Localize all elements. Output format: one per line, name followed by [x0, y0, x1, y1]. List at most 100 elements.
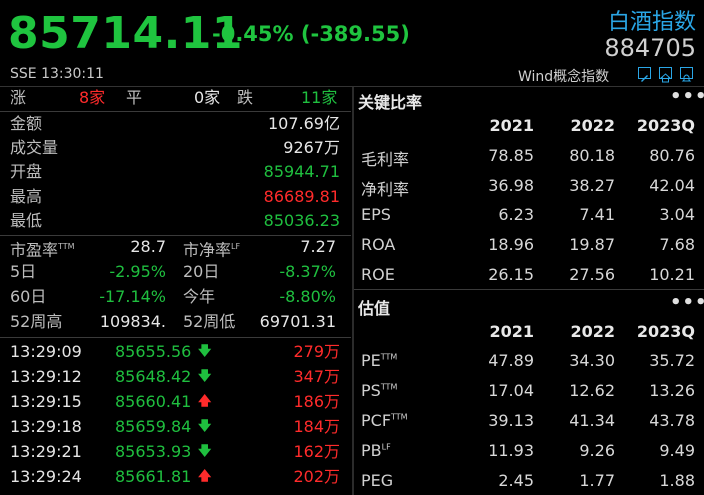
stat-value: 107.69亿 [268, 114, 340, 133]
year-header: 2022 [570, 322, 615, 341]
tick-volume: 347万 [293, 367, 340, 386]
return-label: 60日 [10, 287, 47, 306]
ratio-value: 19.87 [569, 235, 615, 254]
down-label: 跌 [237, 88, 254, 107]
up-arrow-icon: 🡅 [198, 469, 212, 484]
valuation-value: 12.62 [569, 381, 615, 400]
stat-amount: 金额 107.69亿 [0, 113, 350, 135]
ratio-value: 7.68 [659, 235, 695, 254]
tick-time: 13:29:21 [10, 442, 82, 461]
return-value: -2.95% [109, 262, 166, 281]
return-label: 5日 [10, 262, 37, 281]
home-icon[interactable] [659, 67, 672, 83]
stat-value: 85944.71 [263, 162, 340, 181]
key-ratios-more-icon[interactable]: ••• [670, 86, 704, 107]
index-price: 85714.11 [8, 8, 244, 59]
tick-time: 13:29:09 [10, 342, 82, 361]
valuation-value: 47.89 [488, 351, 534, 370]
down-arrow-icon: 🡇 [198, 444, 212, 459]
valuation-value: 9.26 [579, 441, 615, 460]
tick-price: 85661.81 [115, 467, 192, 486]
tick-price: 85653.93 [115, 442, 192, 461]
pb-value: 7.27 [300, 237, 336, 256]
ratio-label: 毛利率 [361, 150, 410, 169]
down-arrow-icon: 🡇 [198, 344, 212, 359]
tick-time: 13:29:24 [10, 467, 82, 486]
down-count: 11家 [301, 88, 338, 107]
return-value: -8.80% [279, 287, 336, 306]
index-name[interactable]: 白酒指数 [608, 4, 696, 36]
up-label: 涨 [10, 88, 27, 107]
valuation-label: PBLF [361, 441, 391, 460]
valuation-value: 13.26 [649, 381, 695, 400]
tick-time: 13:29:12 [10, 367, 82, 386]
down-arrow-icon: 🡇 [198, 369, 212, 384]
tick-price: 85655.56 [115, 342, 192, 361]
stat-label: 金额 [10, 114, 43, 133]
ratio-value: 38.27 [569, 176, 615, 195]
valuation-label: PCFTTM [361, 411, 408, 430]
valuation-value: 9.49 [659, 441, 695, 460]
up-arrow-icon: 🡅 [198, 394, 212, 409]
tick-volume: 202万 [293, 467, 340, 486]
year-header: 2021 [489, 322, 534, 341]
ratio-value: 3.04 [659, 205, 695, 224]
breadth-row: 涨 8家 平 0家 跌 11家 [0, 87, 350, 109]
year-header: 2023Q [636, 116, 695, 135]
valuation-value: 1.88 [659, 471, 695, 490]
stat-value: 85036.23 [263, 211, 340, 230]
return-value: 69701.31 [259, 312, 336, 331]
stat-label: 最高 [10, 187, 43, 206]
return-label: 52周高 [10, 312, 63, 331]
valuation-value: 2.45 [498, 471, 534, 490]
valuation-value: 41.34 [569, 411, 615, 430]
tick-row: 13:29:12 85648.42 🡇 347万 [0, 366, 350, 388]
tick-price: 85648.42 [115, 367, 192, 386]
year-header: 2023Q [636, 322, 695, 341]
ratio-value: 7.41 [579, 205, 615, 224]
stat-open: 开盘 85944.71 [0, 161, 350, 183]
year-header: 2021 [489, 116, 534, 135]
stat-label: 成交量 [10, 138, 59, 157]
ratio-value: 26.15 [488, 265, 534, 284]
tick-row: 13:29:09 85655.56 🡇 279万 [0, 341, 350, 363]
ratio-label: 净利率 [361, 180, 410, 199]
ratio-value: 27.56 [569, 265, 615, 284]
valuation-more-icon[interactable]: ••• [670, 292, 704, 313]
ratio-value: 18.96 [488, 235, 534, 254]
panel-divider [352, 87, 354, 495]
tick-volume: 162万 [293, 442, 340, 461]
exchange-time: SSE 13:30:11 [10, 66, 104, 82]
pb-label: 市净率LF [183, 240, 241, 260]
ratio-value: 80.76 [649, 146, 695, 165]
tick-row: 13:29:15 85660.41 🡅 186万 [0, 391, 350, 413]
valuation-value: 34.30 [569, 351, 615, 370]
valuation-value: 11.93 [488, 441, 534, 460]
index-code: 884705 [604, 34, 696, 62]
valuation-value: 39.13 [488, 411, 534, 430]
down-arrow-icon: 🡇 [198, 419, 212, 434]
bell-icon[interactable] [680, 67, 693, 82]
valuation-value: 35.72 [649, 351, 695, 370]
valuation-label: PETTM [361, 351, 398, 370]
stat-low: 最低 85036.23 [0, 210, 350, 232]
tick-volume: 186万 [293, 392, 340, 411]
tick-row: 13:29:18 85659.84 🡇 184万 [0, 416, 350, 438]
return-label: 今年 [183, 287, 216, 306]
tick-row: 13:29:21 85653.93 🡇 162万 [0, 441, 350, 463]
concept-index-label: Wind概念指数 [518, 69, 610, 85]
tick-price: 85660.41 [115, 392, 192, 411]
pe-value: 28.7 [130, 237, 166, 256]
stat-value: 9267万 [283, 138, 340, 157]
ratio-value: 42.04 [649, 176, 695, 195]
valuation-label: PSTTM [361, 381, 398, 400]
key-ratios-title: 关键比率 [358, 93, 423, 112]
up-count: 8家 [79, 88, 106, 107]
ratio-value: 78.85 [488, 146, 534, 165]
pe-label: 市盈率TTM [10, 240, 75, 260]
edit-icon[interactable] [638, 67, 651, 82]
tick-time: 13:29:15 [10, 392, 82, 411]
tick-volume: 184万 [293, 417, 340, 436]
return-value: -17.14% [99, 287, 166, 306]
ratio-value: 36.98 [488, 176, 534, 195]
